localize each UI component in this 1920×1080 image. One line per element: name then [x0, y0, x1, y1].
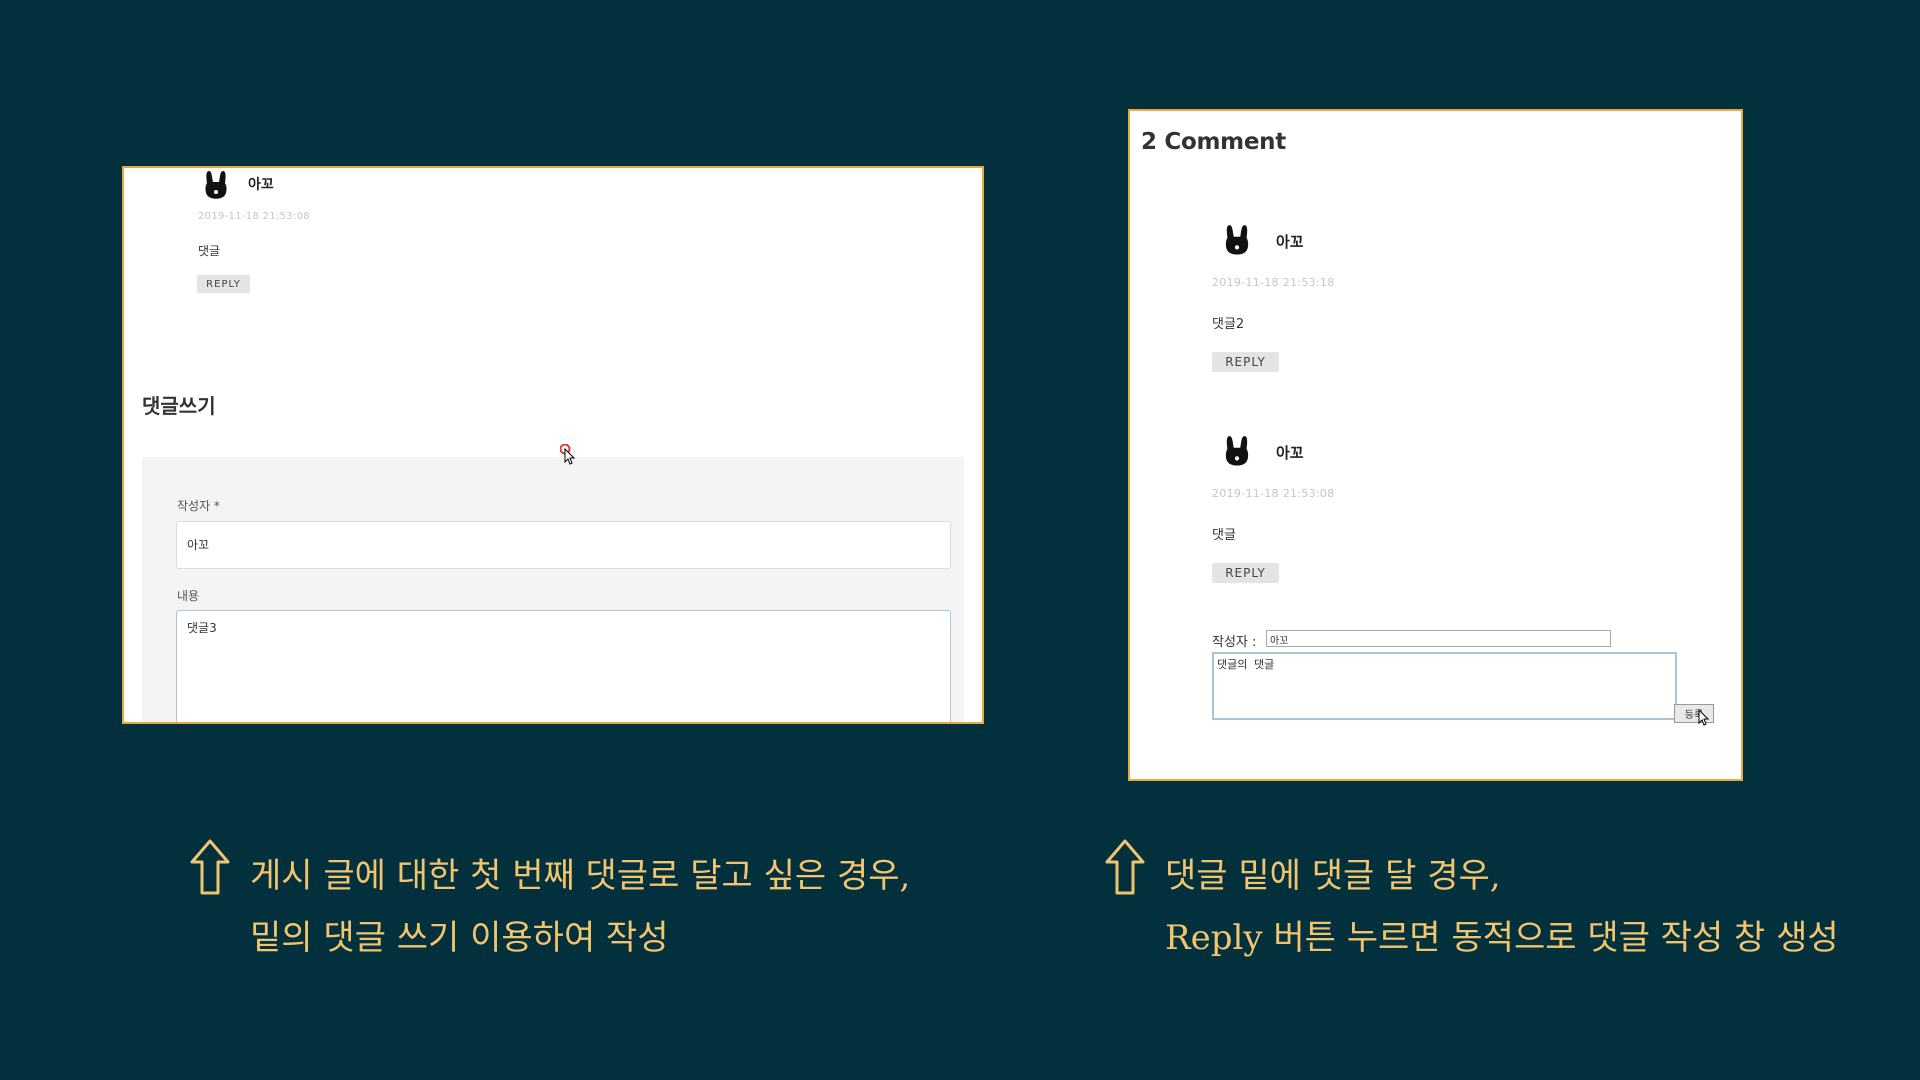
up-arrow-icon [1105, 839, 1145, 895]
content-textarea[interactable]: 댓글3 [176, 610, 951, 722]
reply-button[interactable]: REPLY [1212, 563, 1279, 583]
comment-author: 아꼬 [1276, 444, 1304, 462]
comment-timestamp: 2019-11-18 21:53:18 [1212, 276, 1335, 289]
annotation-right-line1: 댓글 밑에 댓글 달 경우, [1165, 856, 1501, 896]
reply-comment-screenshot: 2 Comment 아꼬 2019-11-18 21:53:18 댓글2 REP… [1128, 109, 1743, 781]
author-label: 작성자 * [177, 499, 220, 513]
reply-author-input[interactable]: 아꼬 [1266, 630, 1611, 647]
comment-text: 댓글 [1212, 528, 1236, 543]
reply-content-textarea[interactable]: 댓글의 댓글 [1212, 652, 1677, 720]
comment-form: 작성자 * 아꼬 내용 댓글3 [142, 457, 964, 722]
bunny-avatar-icon [1225, 436, 1249, 466]
comment-timestamp: 2019-11-18 21:53:08 [198, 211, 310, 222]
bunny-avatar-icon [205, 171, 227, 199]
reply-button[interactable]: REPLY [1212, 352, 1279, 372]
annotation-left-line1: 게시 글에 대한 첫 번째 댓글로 달고 싶은 경우, [250, 856, 911, 896]
content-label: 내용 [177, 589, 200, 603]
reply-button[interactable]: REPLY [197, 275, 250, 293]
annotation-right-line2: Reply 버튼 누르면 동적으로 댓글 작성 창 생성 [1165, 918, 1839, 958]
up-arrow-icon [190, 839, 230, 895]
comment-write-heading: 댓글쓰기 [142, 394, 216, 418]
click-cursor-icon [560, 444, 576, 465]
annotation-left-line2: 밑의 댓글 쓰기 이용하여 작성 [250, 918, 669, 958]
mouse-cursor-icon [1698, 709, 1710, 726]
comment-count-title: 2 Comment [1141, 129, 1286, 155]
comment-author: 아꼬 [1276, 233, 1304, 251]
comment-timestamp: 2019-11-18 21:53:08 [1212, 487, 1335, 500]
bunny-avatar-icon [1225, 225, 1249, 255]
comment-text: 댓글 [198, 244, 221, 258]
comment-text: 댓글2 [1212, 317, 1245, 332]
comment-write-screenshot: 아꼬 2019-11-18 21:53:08 댓글 REPLY 댓글쓰기 작성자… [122, 166, 984, 724]
comment-author: 아꼬 [248, 177, 274, 193]
author-input[interactable]: 아꼬 [176, 521, 951, 569]
reply-author-label: 작성자 : [1212, 635, 1257, 650]
